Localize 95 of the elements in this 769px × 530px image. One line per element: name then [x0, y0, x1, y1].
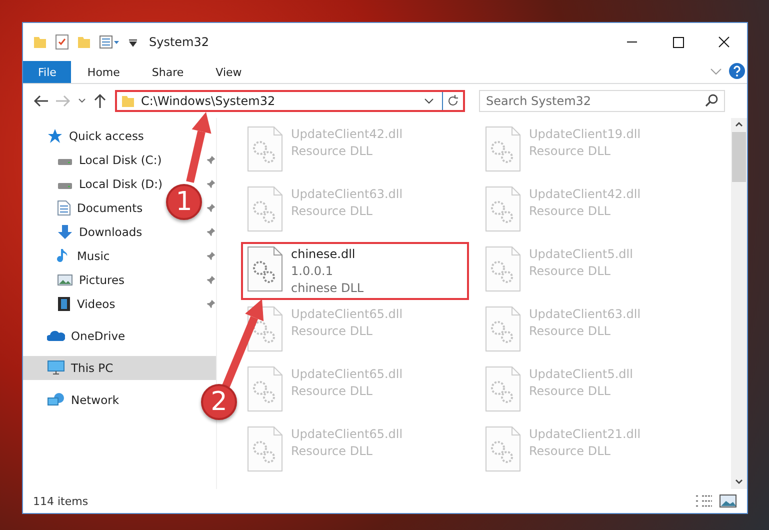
monitor-icon — [47, 360, 65, 376]
file-name: UpdateClient21.dll — [529, 426, 641, 443]
download-arrow-icon — [57, 224, 73, 240]
nav-item-label: Network — [71, 393, 120, 407]
nav-item-label: Local Disk (C:) — [79, 153, 162, 167]
back-arrow-icon[interactable] — [33, 94, 49, 108]
file-detail: Resource DLL — [529, 203, 612, 220]
document-icon — [57, 200, 71, 216]
file-gears-icon — [485, 426, 521, 472]
nav-item-label: Documents — [77, 201, 143, 215]
file-gears-icon — [247, 246, 283, 292]
nav-pane-item[interactable]: OneDrive — [23, 324, 128, 348]
address-bar[interactable]: C:\Windows\System32 — [115, 90, 465, 112]
file-gears-icon — [247, 186, 283, 232]
search-field[interactable]: Search System32 — [479, 90, 725, 112]
file-gears-icon — [247, 426, 283, 472]
file-name: UpdateClient65.dll — [291, 366, 403, 383]
file-detail: Resource DLL — [529, 263, 612, 280]
nav-item-label: This PC — [71, 361, 114, 375]
file-gears-icon — [485, 366, 521, 412]
nav-pane-item[interactable]: Pictures — [23, 268, 127, 292]
pin-icon[interactable] — [206, 178, 216, 190]
picture-icon — [57, 273, 73, 287]
file-gears-icon — [485, 246, 521, 292]
pin-icon[interactable] — [206, 298, 216, 310]
arrow — [186, 112, 212, 183]
file-detail: Resource DLL — [291, 323, 374, 340]
ribbon-tab[interactable]: Share — [136, 61, 200, 83]
file-detail: Resource DLL — [529, 443, 612, 460]
window-title: System32 — [149, 35, 210, 49]
ribbon-tab[interactable]: Home — [71, 61, 136, 83]
nav-pane-item[interactable]: Local Disk (D:) — [23, 172, 165, 196]
pin-icon[interactable] — [206, 226, 216, 238]
nav-pane-item[interactable]: Network — [23, 388, 122, 412]
nav-pane-item[interactable]: Downloads — [23, 220, 144, 244]
file-gears-icon — [485, 126, 521, 172]
cloud-icon — [47, 330, 65, 342]
file-detail: Resource DLL — [291, 143, 374, 160]
file-name: UpdateClient63.dll — [291, 186, 403, 203]
film-icon — [57, 296, 71, 312]
thumbnail-view-icon[interactable] — [719, 494, 737, 508]
file-name: UpdateClient5.dll — [529, 246, 633, 263]
file-name: UpdateClient5.dll — [529, 366, 633, 383]
file-detail: Resource DLL — [291, 203, 374, 220]
folder-icon — [121, 94, 135, 108]
up-arrow-icon[interactable] — [93, 93, 107, 109]
file-gears-icon — [247, 126, 283, 172]
nav-item-label: Quick access — [69, 129, 144, 143]
file-name: UpdateClient19.dll — [529, 126, 641, 143]
nav-pane-item[interactable]: This PC — [23, 356, 216, 380]
nav-pane-item[interactable]: Documents — [23, 196, 145, 220]
checklist-icon[interactable] — [55, 34, 69, 50]
file-name: UpdateClient65.dll — [291, 306, 403, 323]
nav-pane-item[interactable]: Music — [23, 244, 112, 268]
file-name: UpdateClient42.dll — [291, 126, 403, 143]
nav-item-label: OneDrive — [71, 329, 126, 343]
item-count: 114 items — [33, 494, 90, 508]
nav-pane-item[interactable]: Local Disk (C:) — [23, 148, 164, 172]
pin-icon[interactable] — [206, 250, 216, 262]
pin-icon[interactable] — [206, 202, 216, 214]
file-detail: chinese DLL — [291, 280, 364, 297]
star-icon — [47, 128, 63, 144]
file-detail: Resource DLL — [291, 443, 374, 460]
file-detail: 1.0.0.1 — [291, 263, 334, 280]
file-tile[interactable]: chinese.dll 1.0.0.1 chinese DLL — [241, 242, 469, 300]
details-view-icon[interactable] — [695, 494, 713, 508]
pin-icon[interactable] — [206, 274, 216, 286]
properties-icon[interactable] — [99, 35, 121, 49]
ribbon-tab[interactable]: File — [23, 61, 72, 83]
help-icon[interactable] — [727, 61, 747, 81]
file-name: UpdateClient42.dll — [529, 186, 641, 203]
address-path: C:\Windows\System32 — [141, 94, 276, 108]
file-gears-icon — [247, 366, 283, 412]
scrollbar[interactable] — [731, 118, 747, 489]
nav-item-label: Videos — [77, 297, 116, 311]
file-name: UpdateClient63.dll — [529, 306, 641, 323]
file-name: UpdateClient65.dll — [291, 426, 403, 443]
file-gears-icon — [485, 306, 521, 352]
scroll-thumb[interactable] — [732, 132, 746, 182]
nav-item-label: Music — [77, 249, 110, 263]
nav-pane-item[interactable]: Videos — [23, 292, 118, 316]
nav-item-label: Local Disk (D:) — [79, 177, 163, 191]
file-detail: Resource DLL — [291, 383, 374, 400]
network-icon — [47, 392, 65, 408]
nav-item-label: Pictures — [79, 273, 125, 287]
nav-pane-item[interactable]: Quick access — [23, 124, 146, 148]
file-detail: Resource DLL — [529, 143, 612, 160]
file-name: chinese.dll — [291, 246, 356, 263]
customize-caret-icon[interactable] — [129, 37, 137, 47]
file-detail: Resource DLL — [529, 383, 612, 400]
file-detail: Resource DLL — [529, 323, 612, 340]
nav-item-label: Downloads — [79, 225, 142, 239]
ribbon-tab[interactable]: View — [200, 61, 258, 83]
pin-icon[interactable] — [206, 154, 216, 166]
file-gears-icon — [485, 186, 521, 232]
